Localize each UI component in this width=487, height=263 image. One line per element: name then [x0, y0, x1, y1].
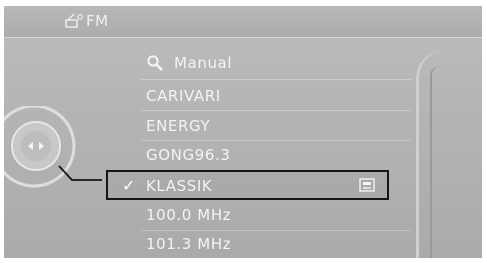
station-item[interactable]: CARIVARI [141, 82, 369, 111]
station-item-selected[interactable]: ✓ KLASSIK [106, 170, 389, 200]
scrollbar[interactable] [430, 66, 440, 258]
station-item[interactable]: ENERGY [141, 112, 369, 141]
idrive-display: FM Manual CARIVARI ENERGY GONG96.3 ✓ KLA… [4, 6, 482, 258]
station-item[interactable]: GONG96.3 [141, 141, 369, 170]
frequency-item[interactable]: 101.3 MHz [141, 230, 369, 258]
title-bar: FM [4, 6, 482, 38]
divider [141, 110, 411, 111]
station-label: GONG96.3 [146, 146, 231, 164]
divider [141, 79, 411, 80]
stored-station-icon [359, 178, 375, 192]
manual-tuning-item[interactable]: Manual [141, 49, 369, 78]
frequency-label: 100.0 MHz [146, 206, 232, 224]
station-label: KLASSIK [146, 177, 213, 195]
radio-antenna-icon [65, 13, 83, 28]
station-label: CARIVARI [146, 87, 221, 105]
manual-label: Manual [174, 54, 233, 72]
frequency-label: 101.3 MHz [146, 235, 232, 253]
frequency-item[interactable]: 100.0 MHz [141, 201, 369, 230]
search-icon [147, 55, 163, 71]
band-title: FM [86, 12, 109, 30]
station-label: ENERGY [146, 117, 211, 135]
check-mark-icon: ✓ [122, 176, 137, 195]
idrive-controller-icon [4, 106, 102, 188]
